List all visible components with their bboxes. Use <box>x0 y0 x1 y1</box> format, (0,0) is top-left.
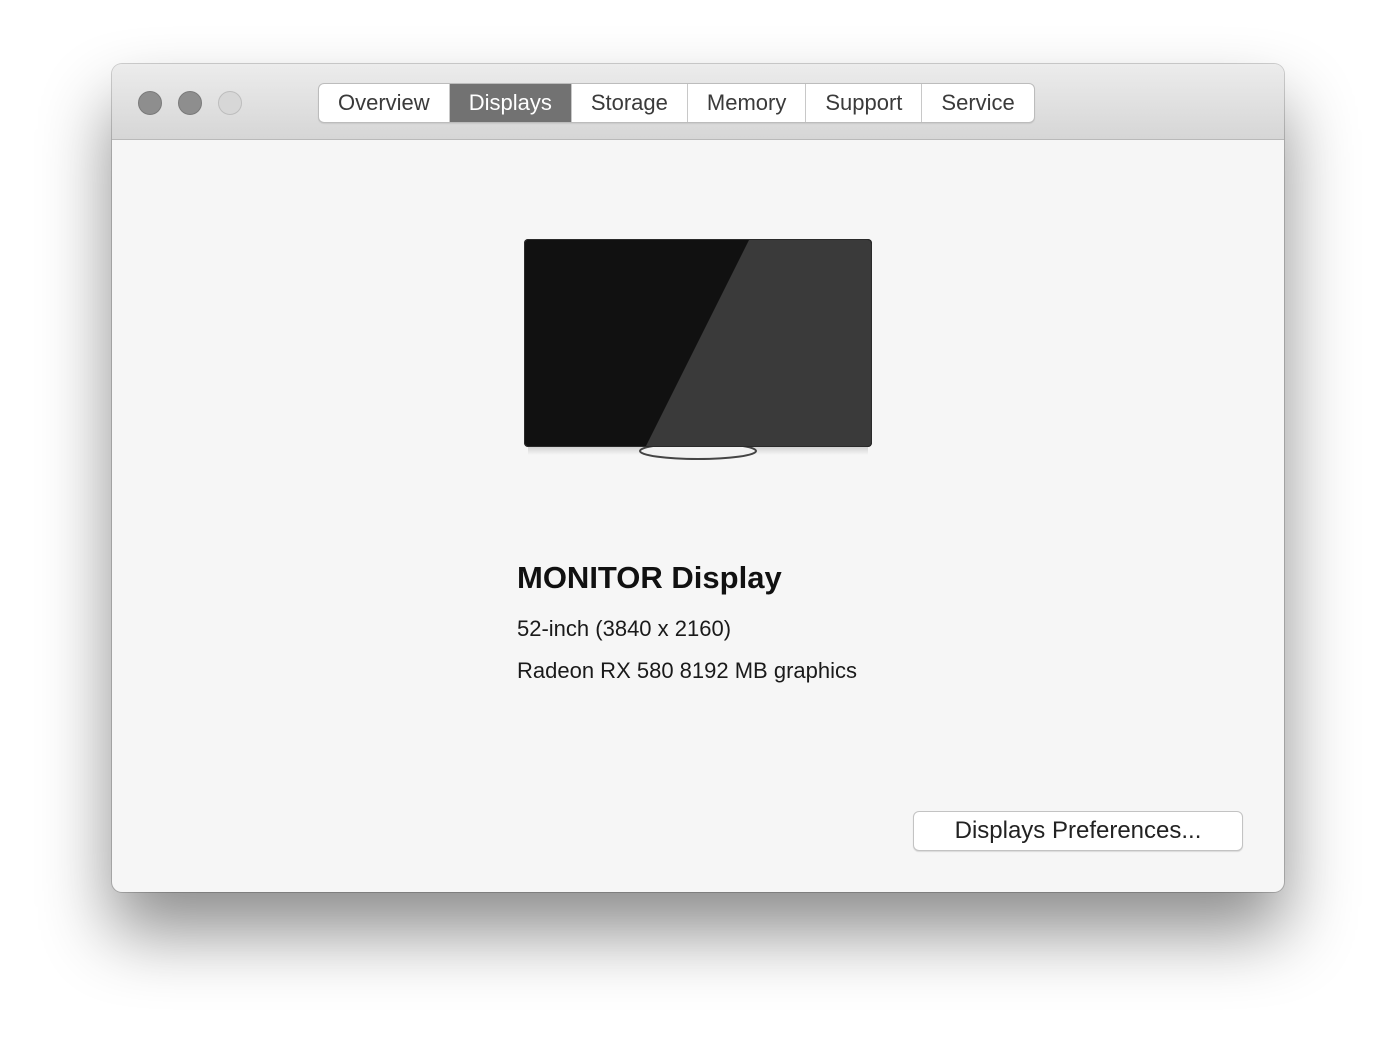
tab-storage[interactable]: Storage <box>572 84 688 122</box>
title-bar: Overview Displays Storage Memory Support… <box>112 64 1284 140</box>
close-window-button[interactable] <box>138 91 162 115</box>
tab-service[interactable]: Service <box>922 84 1033 122</box>
display-name: MONITOR Display <box>517 560 782 595</box>
zoom-window-button[interactable] <box>218 91 242 115</box>
tab-overview[interactable]: Overview <box>319 84 450 122</box>
tab-bar: Overview Displays Storage Memory Support… <box>318 83 1035 123</box>
tab-support[interactable]: Support <box>806 84 923 122</box>
minimize-window-button[interactable] <box>178 91 202 115</box>
tab-displays[interactable]: Displays <box>449 84 572 122</box>
about-this-mac-window: Overview Displays Storage Memory Support… <box>112 64 1284 892</box>
display-size: 52-inch (3840 x 2160) <box>517 616 732 641</box>
monitor-icon <box>524 239 872 460</box>
displays-preferences-button[interactable]: Displays Preferences... <box>913 811 1243 851</box>
display-graphics: Radeon RX 580 8192 MB graphics <box>517 658 857 683</box>
tab-memory[interactable]: Memory <box>688 84 807 122</box>
